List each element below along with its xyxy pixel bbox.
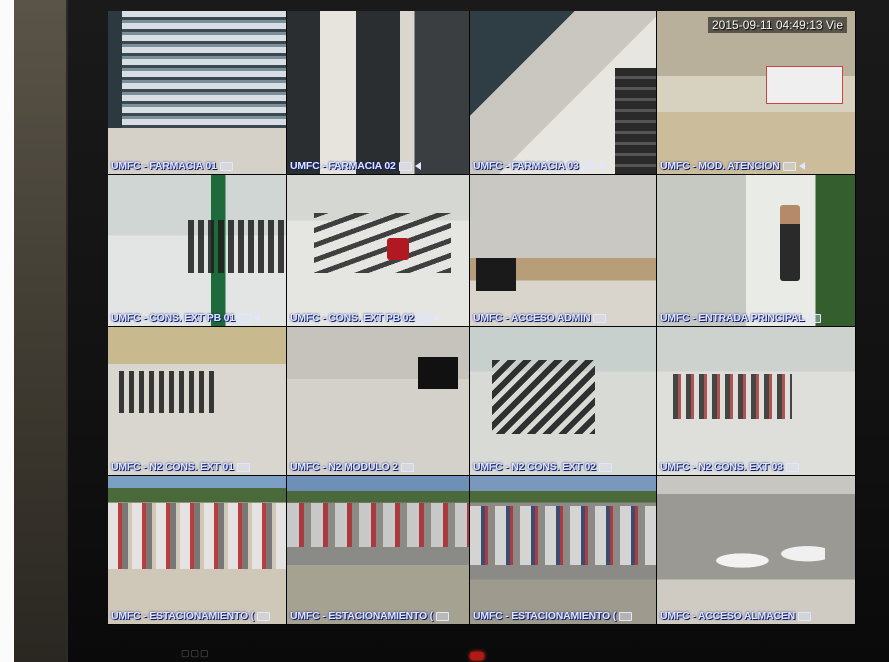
camera-tile-entrada-principal[interactable]: UMFC - ENTRADA PRINCIPAL	[657, 175, 855, 326]
camera-feed	[470, 327, 656, 475]
camera-tile-cons-ext-pb-01[interactable]: UMFC - CONS. EXT PB 01	[108, 175, 286, 326]
camera-label-text: UMFC - N2 CONS. EXT 02	[473, 461, 596, 473]
camera-label: UMFC - ESTACIONAMIENTO (	[111, 610, 270, 622]
record-icon	[798, 611, 812, 621]
record-icon	[236, 462, 250, 472]
camera-feed	[470, 476, 656, 624]
camera-feed	[287, 175, 469, 326]
camera-label: UMFC - N2 CONS. EXT 03	[660, 461, 799, 473]
audio-icon	[798, 162, 805, 170]
audio-icon	[597, 162, 604, 170]
camera-label: UMFC - FARMACIA 01	[111, 160, 233, 172]
record-icon	[581, 161, 595, 171]
camera-label-text: UMFC - ACCESO ALMACEN	[660, 610, 796, 622]
camera-tile-n2-cons-ext-03[interactable]: UMFC - N2 CONS. EXT 03	[657, 327, 855, 475]
camera-tile-acceso-almacen[interactable]: UMFC - ACCESO ALMACEN	[657, 476, 855, 624]
camera-tile-farmacia-01[interactable]: UMFC - FARMACIA 01	[108, 11, 286, 174]
record-icon	[785, 462, 799, 472]
camera-feed	[108, 327, 286, 475]
camera-feed	[470, 175, 656, 326]
camera-tile-estacionamiento-2[interactable]: UMFC - ESTACIONAMIENTO (	[287, 476, 469, 624]
camera-label-text: UMFC - MOD. ATENCION	[660, 160, 780, 172]
record-icon	[807, 313, 821, 323]
camera-label-text: UMFC - ESTACIONAMIENTO (	[290, 610, 433, 622]
dvr-camera-grid: UMFC - FARMACIA 01 UMFC - FARMACIA 02 UM…	[108, 11, 856, 625]
camera-feed	[657, 175, 855, 326]
record-icon	[593, 313, 607, 323]
record-icon	[598, 462, 612, 472]
camera-label: UMFC - ACCESO ALMACEN	[660, 610, 812, 622]
record-icon	[435, 611, 449, 621]
camera-feed	[287, 11, 469, 174]
record-icon	[237, 313, 251, 323]
camera-feed	[657, 11, 855, 174]
record-icon	[256, 611, 270, 621]
camera-tile-n2-cons-ext-01[interactable]: UMFC - N2 CONS. EXT 01	[108, 327, 286, 475]
camera-tile-acceso-admin[interactable]: UMFC - ACCESO ADMIN	[470, 175, 656, 326]
record-icon	[618, 611, 632, 621]
camera-label-text: UMFC - N2 CONS. EXT 01	[111, 461, 234, 473]
camera-label-text: UMFC - FARMACIA 02	[290, 160, 396, 172]
camera-label-text: UMFC - CONS. EXT PB 01	[111, 312, 235, 324]
camera-label: UMFC - N2 CONS. EXT 01	[111, 461, 250, 473]
camera-feed	[287, 327, 469, 475]
photo-background: ▢▢▢ UMFC - FARMACIA 01 UMFC - FARMACIA 0…	[0, 0, 889, 662]
camera-label-text: UMFC - FARMACIA 03	[473, 160, 579, 172]
camera-label: UMFC - ACCESO ADMIN	[473, 312, 607, 324]
camera-label: UMFC - CONS. EXT PB 01	[111, 312, 260, 324]
camera-label: UMFC - ENTRADA PRINCIPAL	[660, 312, 821, 324]
camera-label: UMFC - ESTACIONAMIENTO (	[473, 610, 632, 622]
camera-tile-n2-cons-ext-02[interactable]: UMFC - N2 CONS. EXT 02	[470, 327, 656, 475]
camera-tile-farmacia-03[interactable]: UMFC - FARMACIA 03	[470, 11, 656, 174]
camera-feed	[108, 11, 286, 174]
camera-label-text: UMFC - CONS. EXT PB 02	[290, 312, 414, 324]
camera-feed	[108, 476, 286, 624]
camera-label: UMFC - N2 MODULO 2	[290, 461, 414, 473]
audio-icon	[253, 314, 260, 322]
camera-label-text: UMFC - ESTACIONAMIENTO (	[111, 610, 254, 622]
camera-feed	[108, 175, 286, 326]
camera-label-text: UMFC - ACCESO ADMIN	[473, 312, 591, 324]
camera-label-text: UMFC - N2 CONS. EXT 03	[660, 461, 783, 473]
power-led-icon[interactable]	[470, 652, 484, 660]
camera-feed	[287, 476, 469, 624]
camera-label: UMFC - FARMACIA 02	[290, 160, 421, 172]
camera-tile-estacionamiento-3[interactable]: UMFC - ESTACIONAMIENTO (	[470, 476, 656, 624]
record-icon	[398, 161, 412, 171]
record-icon	[782, 161, 796, 171]
audio-icon	[432, 314, 439, 322]
camera-label-text: UMFC - ESTACIONAMIENTO (	[473, 610, 616, 622]
camera-label: UMFC - N2 CONS. EXT 02	[473, 461, 612, 473]
camera-tile-estacionamiento-1[interactable]: UMFC - ESTACIONAMIENTO (	[108, 476, 286, 624]
camera-tile-mod-atencion[interactable]: 2015-09-11 04:49:13 Vie UMFC - MOD. ATEN…	[657, 11, 855, 174]
record-icon	[219, 161, 233, 171]
camera-feed	[657, 476, 855, 624]
camera-tile-cons-ext-pb-02[interactable]: UMFC - CONS. EXT PB 02	[287, 175, 469, 326]
audio-icon	[414, 162, 421, 170]
monitor-brand-logo: ▢▢▢	[181, 648, 210, 658]
record-icon	[416, 313, 430, 323]
camera-label-text: UMFC - ENTRADA PRINCIPAL	[660, 312, 805, 324]
camera-feed	[657, 327, 855, 475]
camera-label-text: UMFC - FARMACIA 01	[111, 160, 217, 172]
record-icon	[400, 462, 414, 472]
camera-feed	[470, 11, 656, 174]
camera-tile-n2-modulo-2[interactable]: UMFC - N2 MODULO 2	[287, 327, 469, 475]
camera-label: UMFC - FARMACIA 03	[473, 160, 604, 172]
dvr-timestamp: 2015-09-11 04:49:13 Vie	[708, 17, 847, 33]
camera-label: UMFC - ESTACIONAMIENTO (	[290, 610, 449, 622]
camera-tile-farmacia-02[interactable]: UMFC - FARMACIA 02	[287, 11, 469, 174]
camera-label-text: UMFC - N2 MODULO 2	[290, 461, 398, 473]
camera-label: UMFC - CONS. EXT PB 02	[290, 312, 439, 324]
camera-label: UMFC - MOD. ATENCION	[660, 160, 805, 172]
